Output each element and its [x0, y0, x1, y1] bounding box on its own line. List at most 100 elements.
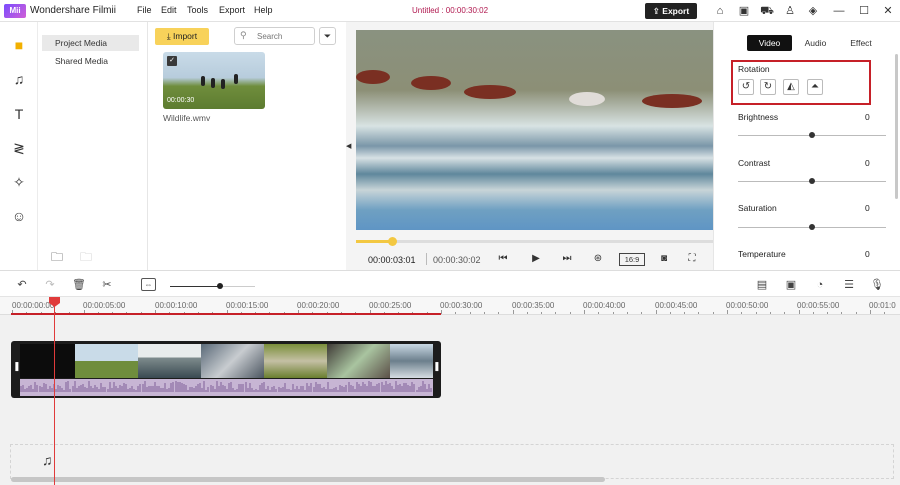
- delete-icon[interactable]: 🗑: [71, 277, 87, 293]
- video-horse: [569, 92, 605, 106]
- collapse-left-icon[interactable]: ◀: [346, 142, 351, 150]
- menu-help[interactable]: Help: [254, 5, 273, 15]
- waveform-bar: [429, 388, 432, 392]
- rotation-label: Rotation: [738, 64, 770, 74]
- redo-icon[interactable]: ↷: [42, 277, 58, 293]
- ruler-tick: [841, 312, 843, 314]
- checkbox-checked-icon[interactable]: ✓: [167, 56, 177, 66]
- close-icon[interactable]: ✕: [881, 4, 895, 18]
- search-icon: ⚲: [240, 30, 247, 40]
- rotate-right-icon[interactable]: ↻: [760, 79, 776, 95]
- timeline-scrollbar[interactable]: [11, 477, 605, 482]
- menu-edit[interactable]: Edit: [161, 5, 177, 15]
- ruler-tick: [455, 312, 457, 314]
- ruler-label: 00:00:05:00: [83, 301, 126, 310]
- nav-shared-media[interactable]: Shared Media: [42, 53, 139, 69]
- user-icon[interactable]: ♙: [783, 4, 797, 18]
- home-icon[interactable]: ⌂: [713, 4, 727, 18]
- fit-timeline-icon[interactable]: ⇔: [141, 278, 156, 291]
- ruler-tick: [483, 312, 485, 314]
- snapshot-camera-icon[interactable]: ◙: [657, 252, 671, 266]
- total-time: 00:00:30:02: [433, 255, 481, 265]
- import-button[interactable]: ⤓ Import: [155, 28, 209, 45]
- playhead-line[interactable]: [54, 297, 55, 485]
- cart-icon[interactable]: ⛟: [760, 4, 774, 18]
- scrub-handle[interactable]: [387, 237, 397, 246]
- contrast-handle[interactable]: [809, 178, 815, 184]
- ruler-tick: [541, 312, 543, 314]
- track-marker: [11, 313, 441, 315]
- shirt-icon[interactable]: ◈: [806, 4, 820, 18]
- zoom-handle[interactable]: [217, 283, 223, 289]
- contrast-value: 0: [865, 158, 870, 168]
- rotate-left-icon[interactable]: ↺: [738, 79, 754, 95]
- ruler-label: 00:00:55:00: [797, 301, 840, 310]
- clip-frame: [327, 344, 390, 378]
- export-button[interactable]: ⇪ Export: [645, 3, 697, 19]
- filter-button[interactable]: ⏷: [319, 27, 336, 45]
- thumb-bird: [234, 74, 238, 84]
- effects-sparkle-icon[interactable]: ✧: [10, 173, 28, 191]
- render-icon[interactable]: ⊛: [591, 252, 605, 266]
- fullscreen-icon[interactable]: ⛶: [685, 252, 699, 266]
- new-folder-icon[interactable]: 🗀: [49, 249, 65, 265]
- sticker-smiley-icon[interactable]: ☺: [10, 207, 28, 225]
- music-track[interactable]: [10, 444, 894, 479]
- maximize-icon[interactable]: ☐: [857, 4, 871, 18]
- microphone-icon[interactable]: 🎙: [869, 277, 885, 293]
- flip-horizontal-icon[interactable]: ◭: [783, 79, 799, 95]
- saturation-handle[interactable]: [809, 224, 815, 230]
- app-title: Wondershare Filmii: [30, 5, 116, 16]
- ruler-tick: [812, 312, 814, 314]
- aspect-ratio-button[interactable]: 16:9: [619, 253, 645, 266]
- tab-effect[interactable]: Effect: [842, 35, 880, 51]
- ruler-tick: [626, 312, 628, 314]
- preview-video: [356, 30, 713, 230]
- split-scissors-icon[interactable]: ✂: [99, 277, 115, 293]
- menu-file[interactable]: File: [137, 5, 152, 15]
- speed-gauge-icon[interactable]: ◔: [812, 277, 828, 293]
- ruler-tick: [612, 312, 614, 314]
- clip-frame: [138, 344, 201, 378]
- step-back-icon[interactable]: ⏮: [496, 252, 510, 266]
- thumb-bird: [201, 76, 205, 86]
- step-forward-icon[interactable]: ⏭: [560, 252, 574, 266]
- video-clip[interactable]: ❚ ❚: [11, 341, 441, 398]
- transition-icon[interactable]: ≷: [10, 139, 28, 157]
- minimize-icon[interactable]: —: [832, 4, 846, 18]
- undo-icon[interactable]: ↶: [14, 277, 30, 293]
- temperature-value: 0: [865, 249, 870, 259]
- music-note-icon[interactable]: ♫: [10, 70, 28, 88]
- menu-export[interactable]: Export: [219, 5, 245, 15]
- music-note-icon: ♫: [42, 452, 53, 468]
- nav-project-media[interactable]: Project Media: [42, 35, 139, 51]
- adjust-sliders-icon[interactable]: ☰: [841, 277, 857, 293]
- text-title-icon[interactable]: T: [10, 105, 28, 123]
- clip-trim-left-handle[interactable]: ❚: [13, 361, 21, 372]
- remove-folder-icon[interactable]: 🗀: [78, 249, 94, 265]
- flip-vertical-icon[interactable]: ⏶: [807, 79, 823, 95]
- thumb-bird: [211, 78, 215, 88]
- preview-panel: ◀ 00:00:03:01 00:00:30:02 ⏮ ▶ ⏭ ⊛ 16:9 ◙…: [346, 22, 721, 270]
- storyboard-icon[interactable]: ▤: [754, 277, 770, 293]
- ruler-tick: [469, 312, 471, 314]
- ruler-tick: [784, 312, 786, 314]
- import-label: Import: [173, 31, 198, 41]
- play-icon[interactable]: ▶: [529, 252, 543, 266]
- thumb-duration: 00:00:30: [167, 97, 195, 104]
- properties-scrollbar[interactable]: [895, 54, 898, 199]
- ruler-label: 00:00:50:00: [726, 301, 769, 310]
- crop-icon[interactable]: ▣: [783, 277, 799, 293]
- brightness-handle[interactable]: [809, 132, 815, 138]
- ruler-tick: [641, 312, 643, 314]
- save-icon[interactable]: ▣: [737, 4, 751, 18]
- media-thumbnail[interactable]: ✓ 00:00:30: [163, 52, 265, 109]
- scrub-track[interactable]: [356, 240, 713, 243]
- clip-trim-right-handle[interactable]: ❚: [433, 361, 441, 372]
- tab-audio[interactable]: Audio: [798, 35, 833, 51]
- ruler-label: 00:00:00:00: [12, 301, 55, 310]
- tab-video[interactable]: Video: [747, 35, 792, 51]
- menu-tools[interactable]: Tools: [187, 5, 208, 15]
- ruler-tick: [512, 310, 514, 314]
- media-folder-icon[interactable]: ■: [10, 36, 28, 54]
